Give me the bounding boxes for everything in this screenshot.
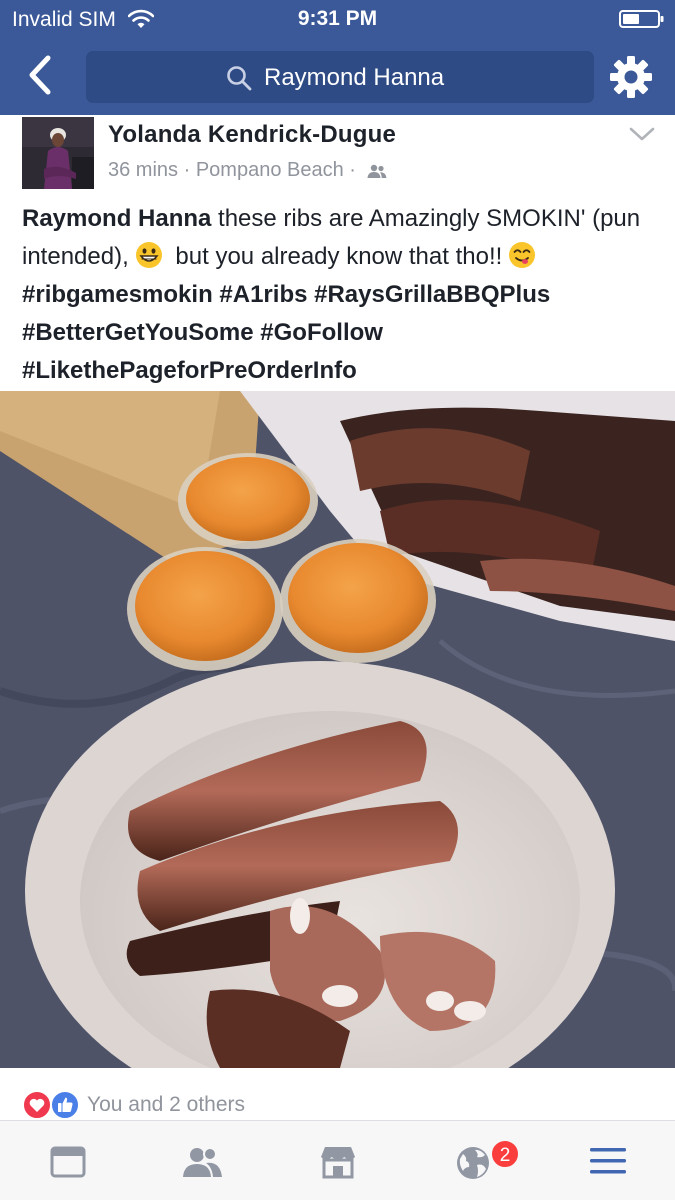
friends-icon	[182, 1147, 222, 1177]
hashtag-link[interactable]: #BetterGetYouSome	[22, 319, 254, 346]
status-bar: Invalid SIM 9:31 PM	[0, 0, 675, 38]
clock: 9:31 PM	[297, 7, 378, 30]
news-feed-icon	[50, 1146, 85, 1178]
app-header: Invalid SIM 9:31 PM Raymond Hanna	[0, 0, 675, 115]
meta-separator: ·	[349, 159, 356, 182]
chevron-down-icon[interactable]	[628, 124, 656, 146]
menu-icon	[589, 1148, 626, 1174]
tab-notifications[interactable]	[405, 1121, 540, 1200]
search-icon	[227, 66, 252, 91]
reactions-count-label[interactable]: You and 2 others	[87, 1093, 245, 1117]
notification-badge: 2	[490, 1139, 520, 1169]
hashtag-link[interactable]: #RaysGrillaBBQPlus	[314, 281, 550, 308]
tab-marketplace[interactable]	[270, 1121, 405, 1200]
friends-icon	[367, 164, 387, 178]
battery-icon	[619, 10, 664, 28]
post-text-part2: but you already know that tho!!	[168, 243, 503, 270]
search-value: Raymond Hanna	[264, 64, 445, 91]
post-location[interactable]: Pompano Beach	[196, 159, 344, 181]
notifications-globe-icon	[456, 1147, 489, 1179]
tab-menu[interactable]	[540, 1121, 675, 1200]
post-meta: 36 mins · Pompano Beach ·	[108, 159, 388, 182]
yum-emoji-icon	[509, 242, 536, 268]
hashtag-link[interactable]: #LikethePageforPreOrderInfo	[22, 357, 357, 384]
tab-friends[interactable]	[135, 1121, 270, 1200]
author-name[interactable]: Yolanda Kendrick-Dugue	[108, 121, 396, 149]
hashtag-link[interactable]: #ribgamesmokin	[22, 281, 213, 308]
grinning-emoji-icon	[135, 242, 162, 268]
hashtag-link[interactable]: #GoFollow	[260, 319, 383, 346]
back-button[interactable]	[20, 50, 64, 100]
marketplace-icon	[320, 1147, 355, 1179]
nav-bar: Raymond Hanna	[0, 38, 675, 115]
gear-icon[interactable]	[608, 54, 654, 100]
tab-news-feed[interactable]	[0, 1121, 135, 1200]
hashtag-link[interactable]: #A1ribs	[219, 281, 307, 308]
search-input[interactable]: Raymond Hanna	[86, 51, 594, 103]
thumbs-up-icon	[50, 1090, 80, 1120]
post-text: Raymond Hanna these ribs are Amazingly S…	[22, 200, 662, 390]
heart-icon	[22, 1090, 52, 1120]
post-photo[interactable]	[0, 391, 675, 1068]
meta-separator: ·	[183, 159, 191, 182]
tab-bar	[0, 1120, 675, 1200]
avatar[interactable]	[22, 117, 94, 189]
post-time[interactable]: 36 mins	[108, 159, 178, 181]
mention-link[interactable]: Raymond Hanna	[22, 205, 211, 232]
